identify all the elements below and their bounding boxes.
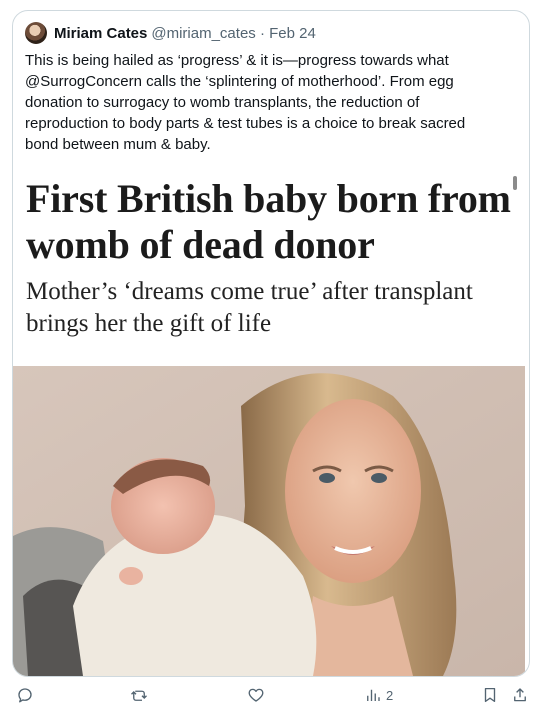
retweet-icon	[131, 690, 147, 701]
article-screenshot: First British baby born from womb of dea…	[13, 170, 525, 366]
views-button[interactable]: 2	[364, 686, 393, 704]
tweet-text: This is being hailed as ‘progress’ & it …	[25, 52, 466, 153]
tweet-media[interactable]: First British baby born from womb of dea…	[13, 170, 529, 676]
reply-icon	[18, 688, 32, 703]
share-icon	[514, 688, 526, 702]
heart-icon	[248, 688, 264, 702]
bookmark-icon	[484, 687, 496, 703]
article-headline: First British baby born from womb of dea…	[26, 176, 511, 267]
bookmark-button[interactable]	[481, 686, 499, 704]
tweet-card[interactable]: Miriam Cates @miriam_cates · Feb 24 This…	[12, 10, 530, 677]
views-count: 2	[386, 687, 394, 703]
media-scrollbar	[513, 176, 517, 190]
avatar[interactable]	[25, 22, 47, 44]
like-button[interactable]	[247, 686, 265, 704]
article-subheadline: Mother’s ‘dreams come true’ after transp…	[26, 278, 473, 337]
tweet-header: Miriam Cates @miriam_cates · Feb 24	[25, 22, 316, 44]
retweet-button[interactable]	[130, 686, 148, 704]
author-name[interactable]: Miriam Cates	[54, 25, 147, 42]
views-icon	[367, 689, 380, 701]
tweet-actions: 2	[0, 684, 547, 714]
article-photo	[13, 366, 525, 676]
author-handle-date[interactable]: @miriam_cates · Feb 24	[151, 25, 315, 42]
share-button[interactable]	[511, 686, 529, 704]
reply-button[interactable]	[16, 686, 34, 704]
